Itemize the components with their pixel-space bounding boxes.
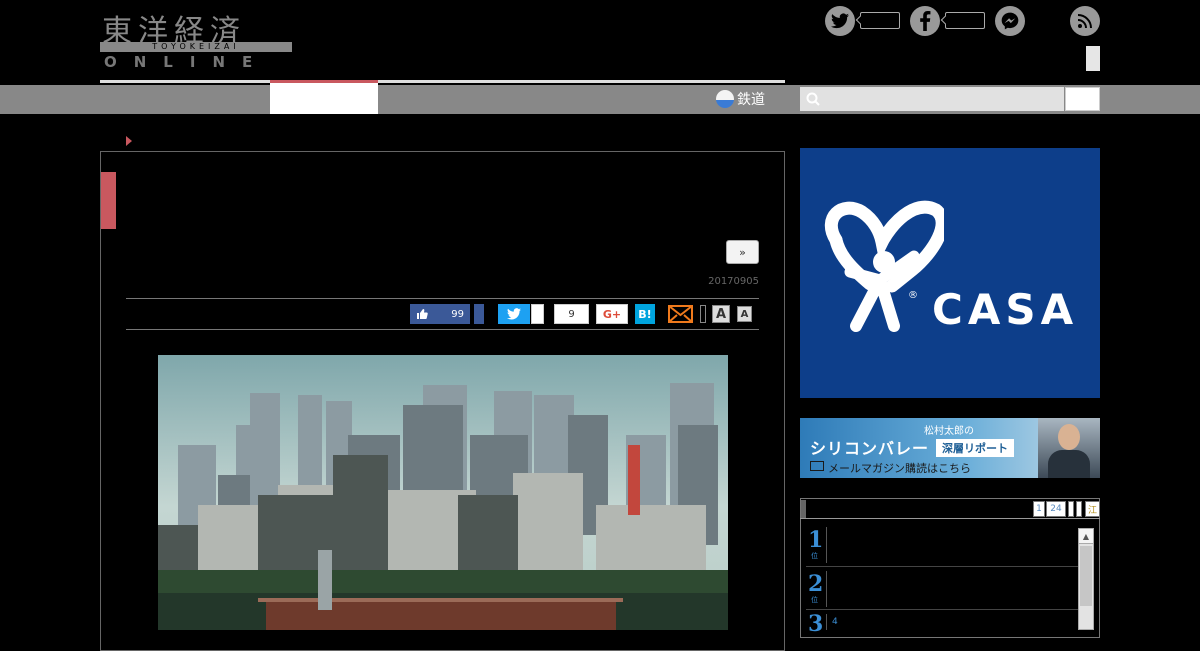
ranking-tab-1[interactable]: 1 [1033, 501, 1045, 517]
share-separator [700, 305, 706, 323]
article-photo [158, 355, 728, 630]
breadcrumb-arrow-icon [126, 136, 132, 146]
ranking-tab-24[interactable]: 24 [1046, 501, 1066, 517]
rank-separator-2 [806, 609, 1078, 610]
casa-brand-text: CASA [932, 285, 1079, 334]
rank-number-2: 2 [808, 571, 824, 597]
font-size-large-button[interactable]: A [712, 305, 730, 323]
ranking-tab-3[interactable] [1068, 501, 1074, 517]
nav-active-indicator [270, 80, 378, 83]
ad-casa-banner[interactable]: ® CASA [800, 148, 1100, 398]
next-page-button[interactable]: » [726, 240, 759, 264]
casa-heart-logo-icon [824, 200, 944, 332]
tweet-button[interactable] [498, 304, 530, 324]
ranking-tab-4[interactable] [1076, 501, 1082, 517]
ranking-tab-5[interactable]: 江 [1085, 501, 1100, 517]
facebook-share-button[interactable] [474, 304, 484, 324]
rank-divider-2 [826, 571, 827, 607]
author-photo-head [1058, 424, 1080, 450]
ranking-heading-rule [800, 518, 1100, 519]
rss-icon[interactable] [1070, 6, 1100, 36]
like-count: 99 [451, 308, 464, 320]
silicon-badge: 深層リポート [936, 439, 1014, 457]
facebook-like-button[interactable]: 99 [410, 304, 470, 324]
rank-unit-1: 位 [811, 552, 818, 560]
font-size-small-button[interactable]: A [737, 306, 752, 322]
logo-online: ONLINE [104, 53, 270, 71]
scroll-up-arrow-icon[interactable]: ▲ [1078, 528, 1094, 544]
share-bottom-rule [126, 329, 759, 330]
mail-icon[interactable] [668, 305, 693, 323]
silicon-author: 松村太郎の [924, 426, 974, 437]
rank-unit-2: 位 [811, 596, 818, 604]
envelope-icon [810, 461, 824, 471]
nav-tab-active[interactable] [270, 83, 378, 114]
ranking-scroll-thumb[interactable] [1080, 546, 1092, 606]
facebook-icon[interactable] [910, 6, 940, 36]
header-login-box[interactable] [1086, 46, 1100, 71]
nav-item-railway[interactable]: 鉄道 [716, 88, 765, 110]
ranking-panel [800, 498, 1100, 638]
logo-subtitle: TOYOKEIZAI [152, 42, 240, 51]
rank-number-1: 1 [808, 527, 824, 553]
rank-extra-number: 4 [832, 617, 838, 627]
search-input[interactable] [800, 87, 1064, 111]
nav-item-railway-label: 鉄道 [737, 92, 765, 108]
site-logo[interactable]: 東洋経済 TOYOKEIZAI ONLINE [100, 6, 295, 71]
rank-divider-3 [826, 614, 827, 630]
share-top-rule [126, 298, 759, 299]
ad-silicon-valley-banner[interactable]: 松村太郎の シリコンバレー 深層リポート メールマガジン購読はこちら [800, 418, 1100, 478]
facebook-count-box [945, 12, 985, 29]
rank-divider-1 [826, 527, 827, 563]
hatena-bookmark-button[interactable]: B! [635, 304, 655, 324]
rank-number-3: 3 [808, 611, 824, 637]
google-plus-button[interactable]: G+ [596, 304, 628, 324]
nav-top-rule [100, 80, 785, 83]
messenger-icon[interactable] [995, 6, 1025, 36]
rank-separator-1 [806, 566, 1078, 567]
ranking-heading-bar [801, 500, 806, 518]
search-icon [806, 92, 820, 106]
twitter-bird-icon [507, 308, 521, 320]
article-date: 20170905 [708, 276, 759, 287]
author-photo-body [1048, 450, 1090, 478]
hatena-count: 9 [554, 304, 589, 324]
silicon-title: シリコンバレー [810, 439, 930, 458]
search-button[interactable] [1065, 87, 1100, 111]
twitter-count-box [860, 12, 900, 29]
silicon-cta: メールマガジン購読はこちら [828, 462, 971, 475]
title-accent-bar [101, 172, 116, 229]
train-icon [716, 90, 734, 108]
twitter-icon[interactable] [825, 6, 855, 36]
casa-registered-mark: ® [908, 290, 918, 301]
tweet-count [531, 304, 544, 324]
thumbs-up-icon [417, 309, 428, 319]
